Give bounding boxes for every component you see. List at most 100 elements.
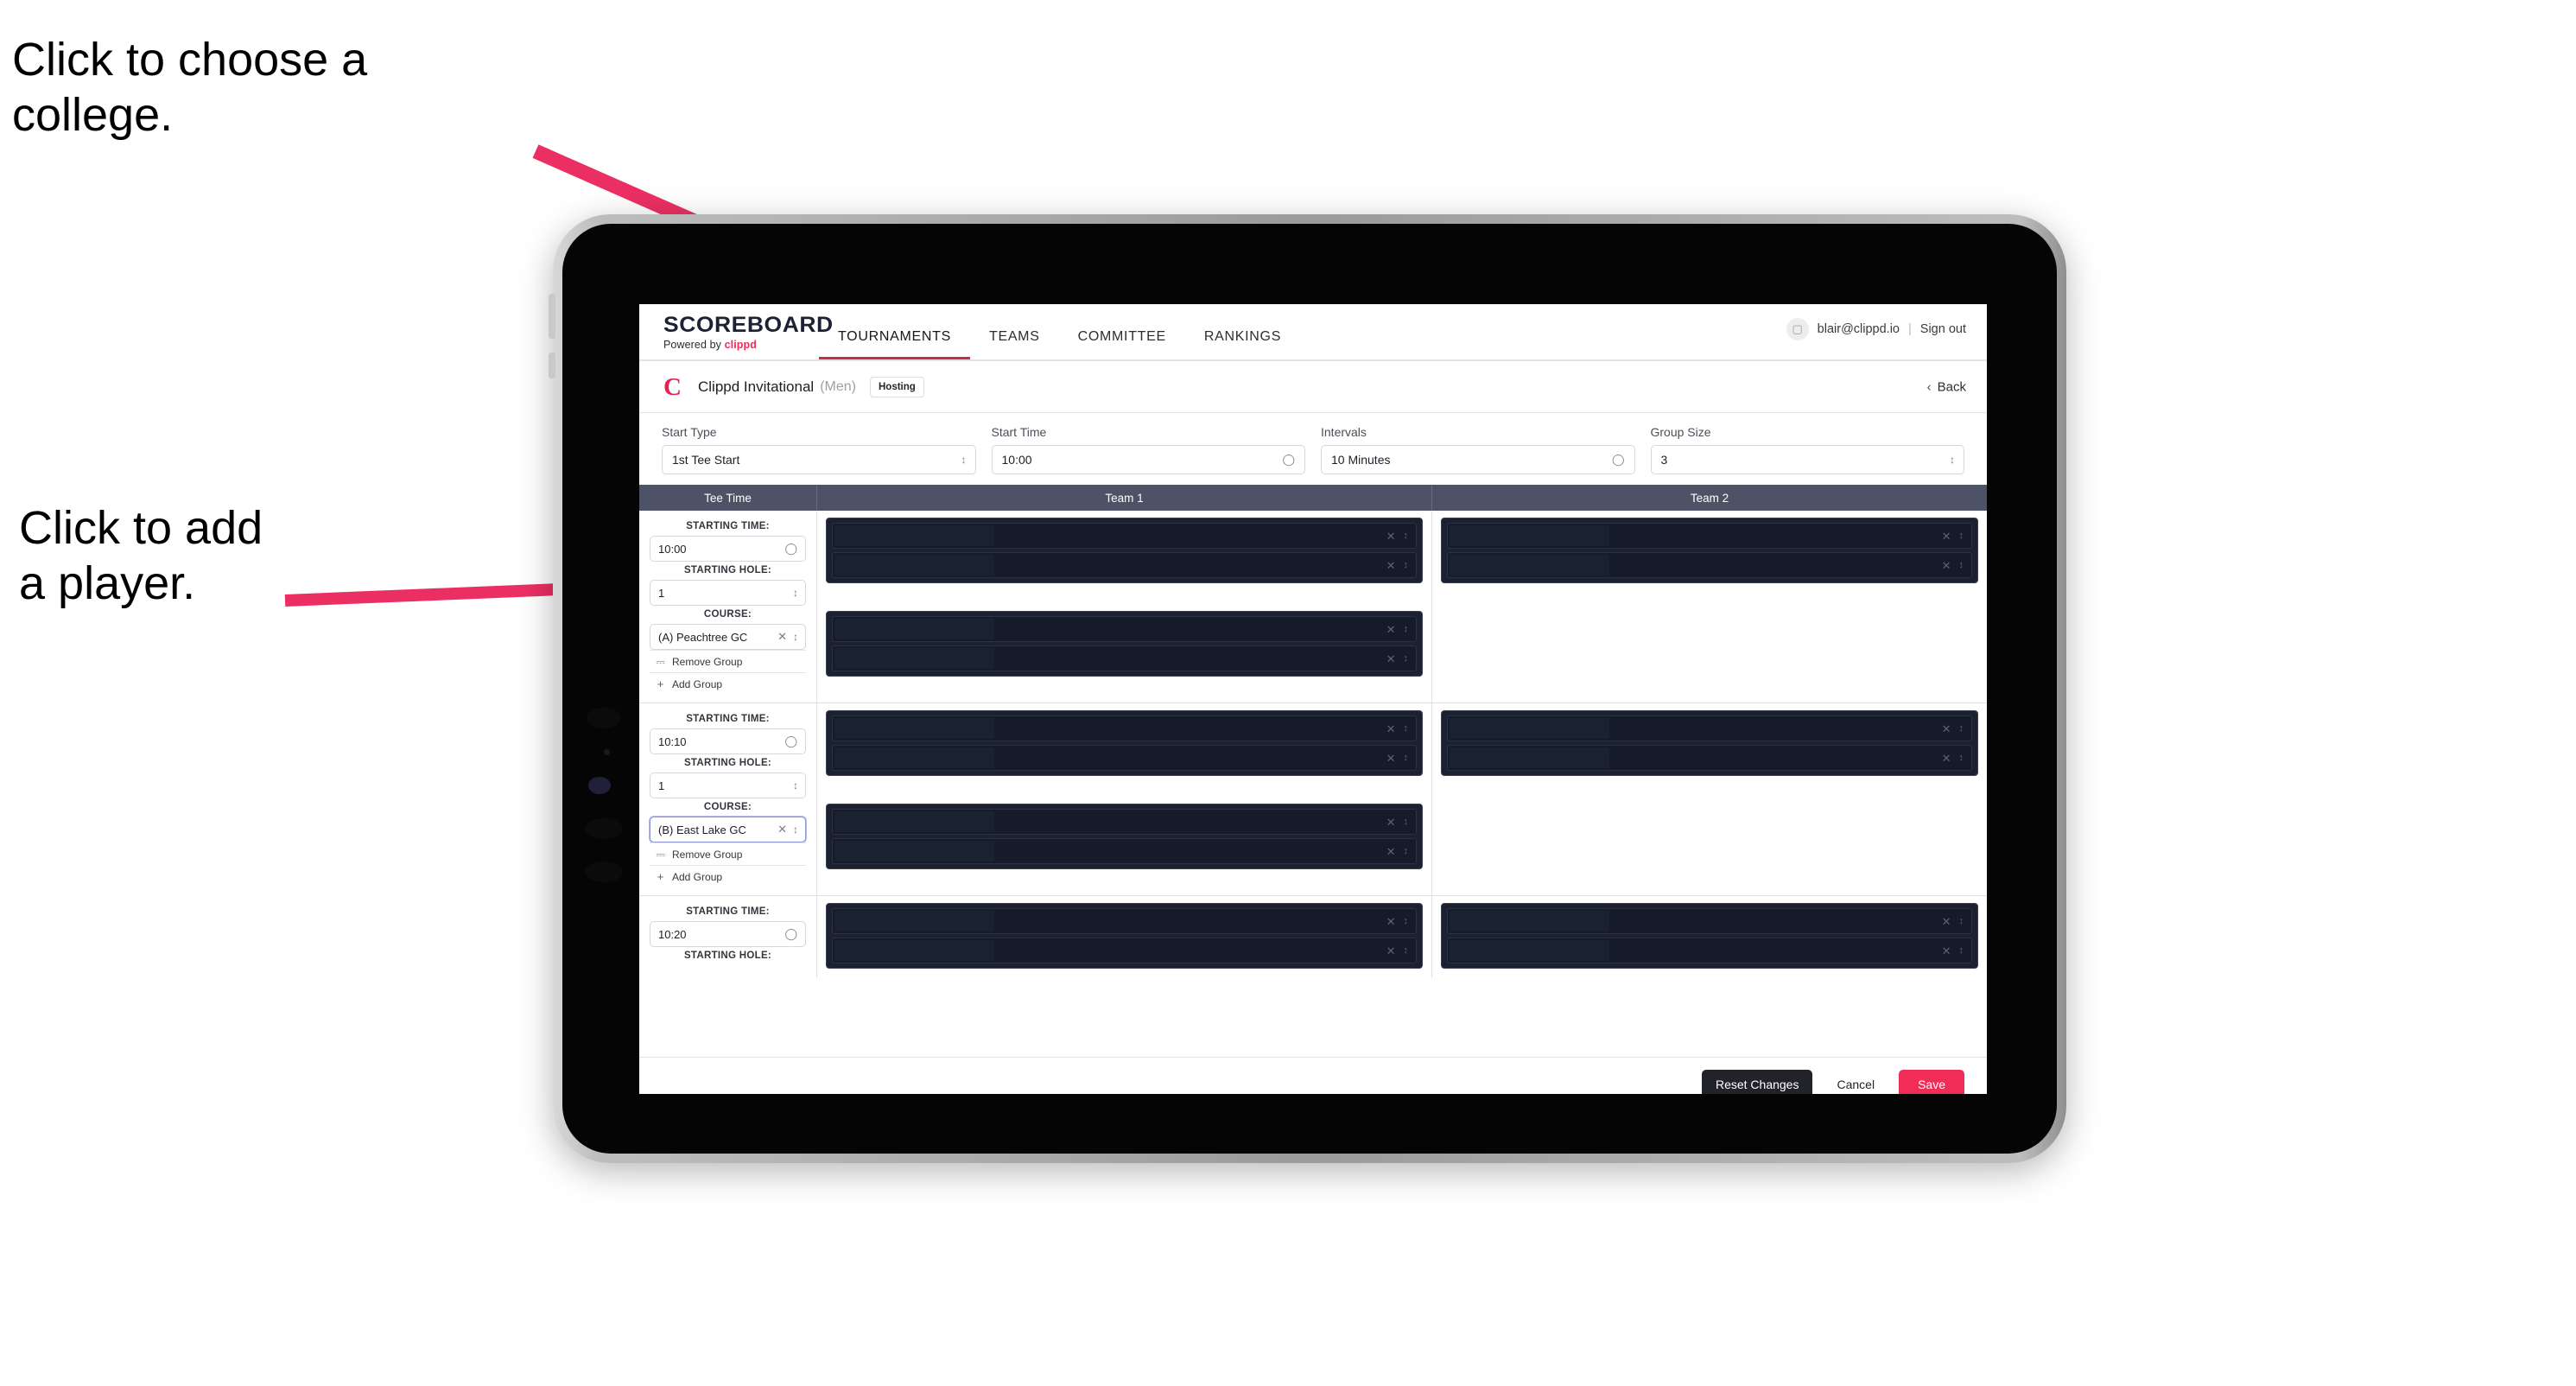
table-row: STARTING TIME: 10:00 ◯ STARTING HOLE: 1 … [639,511,1987,703]
field-start-type-label: Start Type [662,425,717,439]
stepper-icon[interactable]: ↕ [793,631,798,643]
player-slot[interactable]: ✕ ↕ [832,523,1417,549]
user-badge-icon[interactable]: ▢ [1786,318,1809,340]
course-label: COURSE: [703,609,752,620]
player-slot[interactable]: ✕ ↕ [1447,552,1972,578]
stepper-icon[interactable]: ↕ [1404,560,1408,570]
device-volume-button[interactable] [549,353,555,378]
nav-tab-committee[interactable]: COMMITTEE [1059,329,1185,359]
brand-logo[interactable]: SCOREBOARD Powered by clippd [663,313,833,351]
nav-tab-rankings[interactable]: RANKINGS [1185,329,1300,359]
player-slot[interactable]: ✕ ↕ [1447,938,1972,963]
intervals-input[interactable]: 10 Minutes ◯ [1321,445,1635,474]
tee-sheet-table-body[interactable]: STARTING TIME: 10:00 ◯ STARTING HOLE: 1 … [639,511,1987,1057]
player-slot[interactable]: ✕ ↕ [1447,908,1972,934]
nav-tab-teams[interactable]: TEAMS [970,329,1059,359]
stepper-icon[interactable]: ↕ [1404,945,1408,956]
add-group-label: Add Group [672,870,723,883]
start-time-input[interactable]: 10:00 ◯ [991,445,1305,474]
starting-time-input[interactable]: 10:00 ◯ [650,536,806,562]
close-x-icon[interactable]: ✕ [1942,916,1951,927]
close-x-icon[interactable]: ✕ [1386,916,1396,927]
stepper-icon[interactable]: ↕ [793,779,798,792]
player-slot[interactable]: ✕ ↕ [1447,715,1972,741]
stepper-icon[interactable]: ↕ [961,454,967,466]
clock-icon[interactable]: ◯ [784,734,797,748]
stepper-icon[interactable]: ↕ [1404,753,1408,763]
start-type-select[interactable]: 1st Tee Start ↕ [662,445,976,474]
cancel-button[interactable]: Cancel [1826,1070,1885,1095]
stepper-icon[interactable]: ↕ [1404,817,1408,827]
stepper-icon[interactable]: ↕ [1959,945,1964,956]
player-slot[interactable]: ✕ ↕ [832,645,1417,671]
back-button[interactable]: ‹ Back [1927,379,1966,394]
stepper-icon[interactable]: ↕ [1959,723,1964,734]
account-email: blair@clippd.io [1817,322,1900,336]
nav-tab-tournaments[interactable]: TOURNAMENTS [819,329,970,359]
close-x-icon[interactable]: ✕ [1386,531,1396,542]
player-slot[interactable]: ✕ ↕ [1447,523,1972,549]
stepper-icon[interactable]: ↕ [1404,624,1408,634]
player-slot[interactable]: ✕ ↕ [832,715,1417,741]
stepper-icon[interactable]: ↕ [1404,653,1408,664]
close-x-icon[interactable]: ✕ [1386,653,1396,664]
add-group-button[interactable]: + Add Group [650,865,806,887]
stepper-icon[interactable]: ↕ [1404,916,1408,926]
save-button[interactable]: Save [1899,1069,1964,1094]
sign-out-link[interactable]: Sign out [1920,322,1966,336]
device-power-button[interactable] [549,294,555,339]
clock-icon[interactable]: ◯ [784,927,797,941]
stepper-icon[interactable]: ↕ [1950,454,1955,466]
close-x-icon[interactable]: ✕ [1942,531,1951,542]
player-slot[interactable]: ✕ ↕ [832,745,1417,771]
close-x-icon[interactable]: ✕ [1942,753,1951,764]
player-slot[interactable]: ✕ ↕ [832,616,1417,642]
player-slot[interactable]: ✕ ↕ [1447,745,1972,771]
player-group: ✕ ↕ ✕ ↕ [1441,710,1978,776]
remove-group-button[interactable]: ⎓ Remove Group [650,650,806,672]
stepper-icon[interactable]: ↕ [1959,531,1964,541]
account-separator: | [1908,322,1912,336]
player-slot[interactable]: ✕ ↕ [832,838,1417,864]
starting-hole-label: STARTING HOLE: [683,565,772,575]
stepper-icon[interactable]: ↕ [1404,723,1408,734]
course-select[interactable]: (B) East Lake GC ✕ ↕ [650,817,806,842]
course-select[interactable]: (A) Peachtree GC ✕ ↕ [650,624,806,650]
stepper-icon[interactable]: ↕ [793,823,798,836]
player-slot[interactable]: ✕ ↕ [832,809,1417,835]
close-x-icon[interactable]: ✕ [1386,753,1396,764]
close-x-icon[interactable]: ✕ [777,630,787,644]
close-x-icon[interactable]: ✕ [1386,846,1396,857]
close-x-icon[interactable]: ✕ [1386,945,1396,957]
close-x-icon[interactable]: ✕ [1942,723,1951,734]
clock-icon[interactable]: ◯ [784,542,797,556]
starting-time-input[interactable]: 10:20 ◯ [650,921,806,947]
remove-group-button[interactable]: ⎓ Remove Group [650,842,806,865]
player-group: ✕ ↕ ✕ ↕ [1441,903,1978,969]
add-group-button[interactable]: + Add Group [650,672,806,694]
stepper-icon[interactable]: ↕ [1404,846,1408,856]
close-x-icon[interactable]: ✕ [1942,945,1951,957]
clock-icon[interactable]: ◯ [1612,453,1625,467]
close-x-icon[interactable]: ✕ [777,823,787,836]
close-x-icon[interactable]: ✕ [1386,817,1396,828]
clock-icon[interactable]: ◯ [1282,453,1295,467]
close-x-icon[interactable]: ✕ [1386,624,1396,635]
stepper-icon[interactable]: ↕ [1959,753,1964,763]
group-size-stepper[interactable]: 3 ↕ [1650,445,1964,474]
starting-hole-stepper[interactable]: 1 ↕ [650,580,806,606]
player-slot[interactable]: ✕ ↕ [832,938,1417,963]
close-x-icon[interactable]: ✕ [1386,560,1396,571]
starting-hole-stepper[interactable]: 1 ↕ [650,772,806,798]
close-x-icon[interactable]: ✕ [1386,723,1396,734]
reset-changes-button[interactable]: Reset Changes [1701,1069,1813,1094]
player-slot[interactable]: ✕ ↕ [832,552,1417,578]
stepper-icon[interactable]: ↕ [1404,531,1408,541]
field-start-type: Start Type 1st Tee Start ↕ [662,425,976,474]
stepper-icon[interactable]: ↕ [1959,916,1964,926]
stepper-icon[interactable]: ↕ [1959,560,1964,570]
close-x-icon[interactable]: ✕ [1942,560,1951,571]
starting-time-input[interactable]: 10:10 ◯ [650,728,806,754]
stepper-icon[interactable]: ↕ [793,587,798,599]
player-slot[interactable]: ✕ ↕ [832,908,1417,934]
